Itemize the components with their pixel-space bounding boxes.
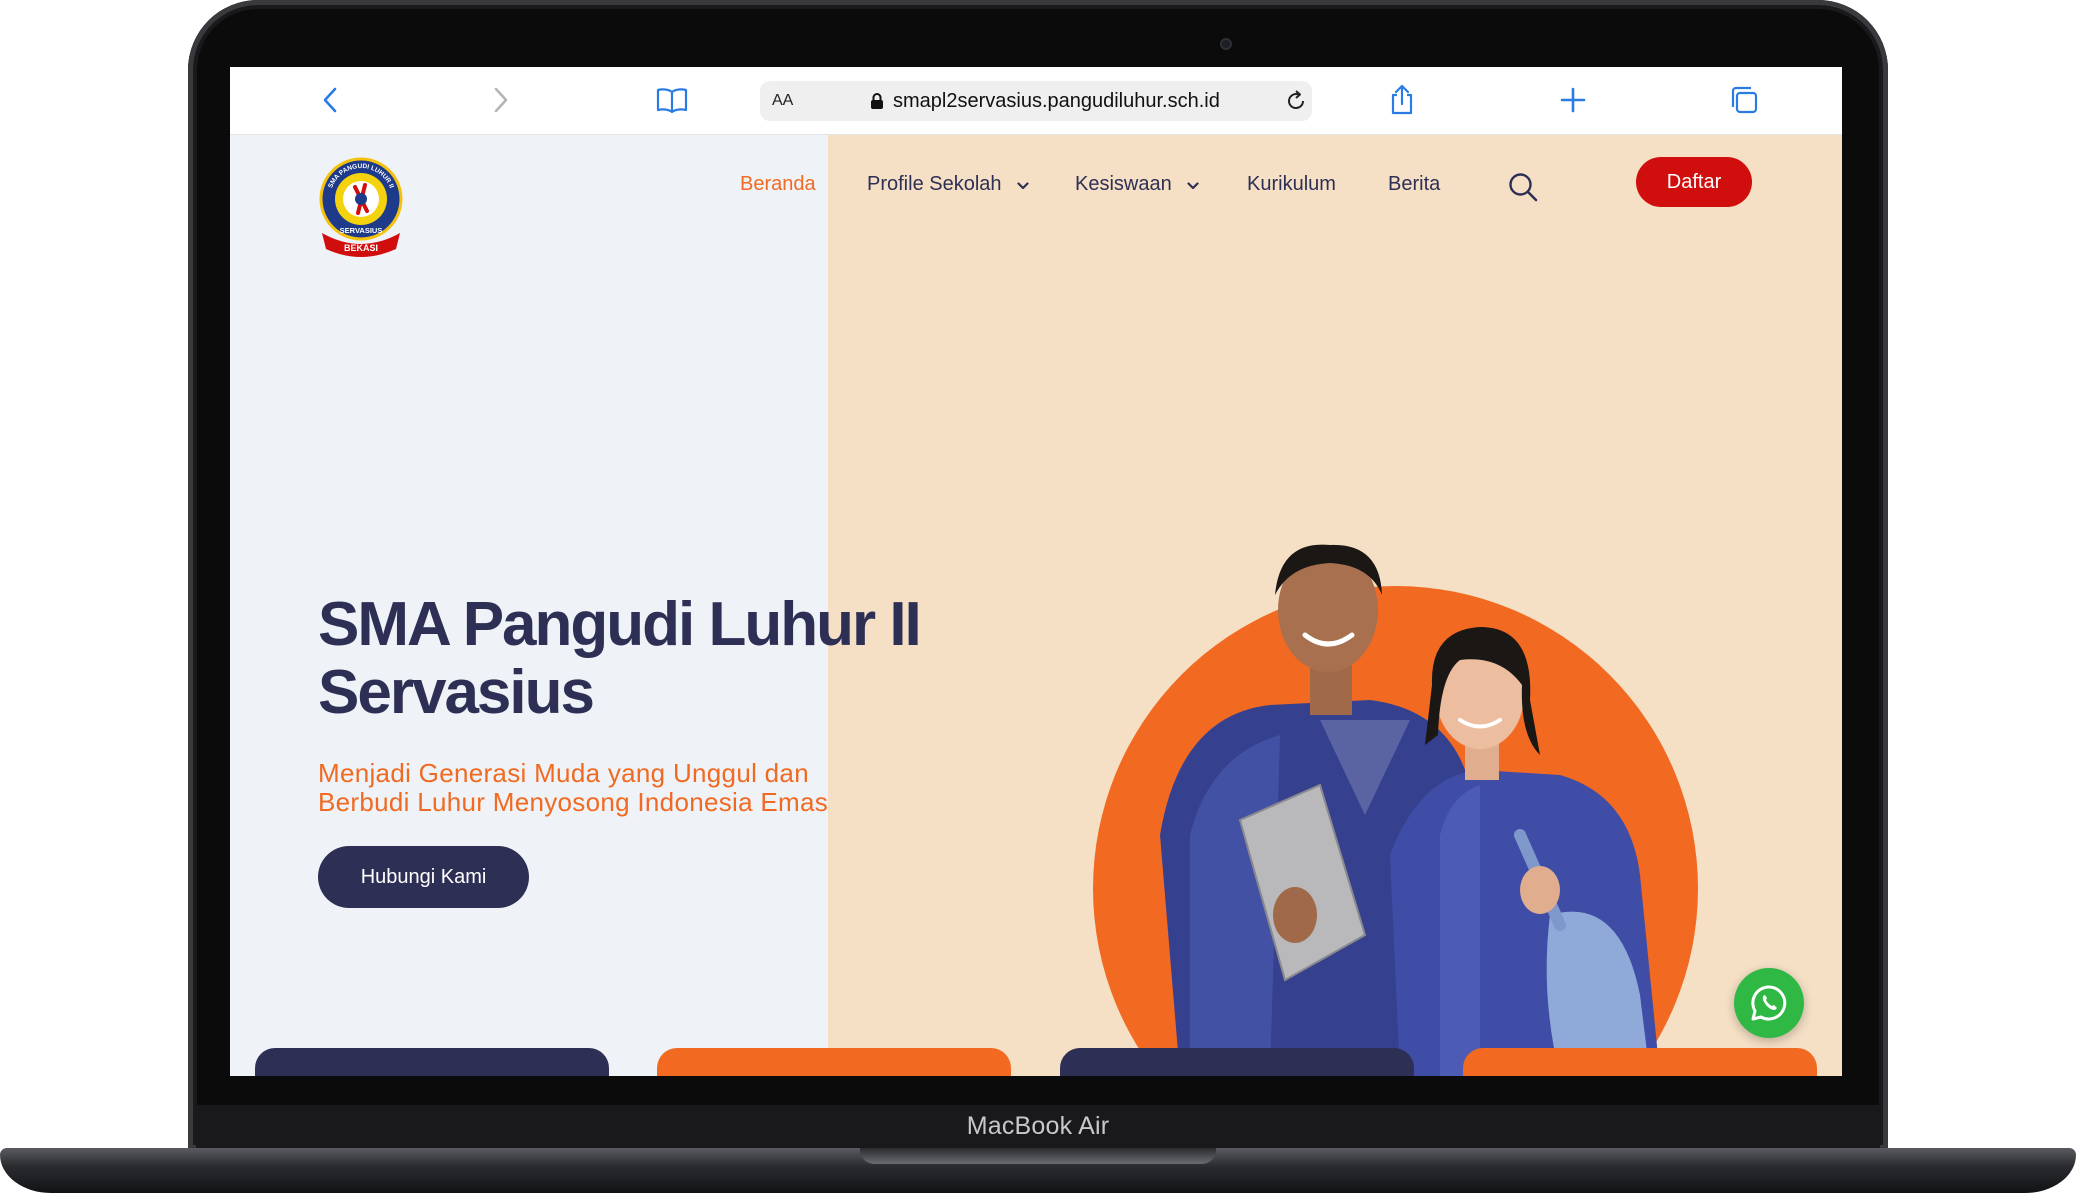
laptop-notch bbox=[860, 1148, 1216, 1164]
reload-icon[interactable] bbox=[1284, 89, 1308, 118]
url-text: smapl2servasius.pangudiluhur.sch.id bbox=[893, 90, 1220, 112]
svg-text:BEKASI: BEKASI bbox=[344, 243, 378, 253]
bookmarks-icon[interactable] bbox=[655, 83, 689, 117]
hero-subtitle-line-1: Menjadi Generasi Muda yang Unggul dan bbox=[318, 758, 809, 788]
screen: AA smapl2servasius.pangudiluhur.sch.id B… bbox=[230, 67, 1842, 1076]
hero-subtitle-line-2: Berbudi Luhur Menyosong Indonesia Emas bbox=[318, 787, 829, 817]
hero-title: SMA Pangudi Luhur II Servasius bbox=[318, 591, 1018, 727]
address-bar[interactable]: AA smapl2servasius.pangudiluhur.sch.id bbox=[760, 81, 1312, 121]
svg-text:SERVASIUS: SERVASIUS bbox=[340, 226, 383, 235]
feature-card[interactable] bbox=[657, 1048, 1011, 1076]
chevron-down-icon bbox=[1187, 173, 1199, 196]
chevron-down-icon bbox=[1017, 173, 1029, 196]
hero-subtitle: Menjadi Generasi Muda yang Unggul dan Be… bbox=[318, 759, 938, 817]
browser-toolbar: AA smapl2servasius.pangudiluhur.sch.id bbox=[230, 67, 1842, 135]
new-tab-icon[interactable] bbox=[1556, 83, 1590, 117]
nav-item-kurikulum[interactable]: Kurikulum bbox=[1247, 173, 1336, 196]
hero-title-line-1: SMA Pangudi Luhur II bbox=[318, 590, 922, 659]
hubungi-kami-button[interactable]: Hubungi Kami bbox=[318, 846, 529, 908]
whatsapp-icon[interactable] bbox=[1734, 968, 1804, 1038]
students-photo bbox=[1160, 544, 1660, 1076]
lock-icon bbox=[870, 92, 884, 115]
nav-item-profile-sekolah[interactable]: Profile Sekolah bbox=[867, 173, 1029, 196]
nav-item-label: Kesiswaan bbox=[1075, 173, 1172, 195]
daftar-button[interactable]: Daftar bbox=[1636, 157, 1752, 207]
feature-card[interactable] bbox=[1463, 1048, 1817, 1076]
feature-card[interactable] bbox=[255, 1048, 609, 1076]
share-icon[interactable] bbox=[1385, 83, 1419, 117]
tabs-icon[interactable] bbox=[1727, 83, 1761, 117]
feature-card[interactable] bbox=[1060, 1048, 1414, 1076]
nav-item-label: Profile Sekolah bbox=[867, 173, 1002, 195]
text-size-button[interactable]: AA bbox=[772, 92, 793, 110]
hero-title-line-2: Servasius bbox=[318, 658, 595, 727]
device-label: MacBook Air bbox=[966, 1112, 1110, 1140]
forward-icon[interactable] bbox=[484, 83, 518, 117]
nav-item-kesiswaan[interactable]: Kesiswaan bbox=[1075, 173, 1199, 196]
nav-item-beranda[interactable]: Beranda bbox=[740, 173, 816, 196]
search-icon[interactable] bbox=[1506, 167, 1540, 207]
camera bbox=[1220, 38, 1232, 50]
back-icon[interactable] bbox=[313, 83, 347, 117]
nav-item-berita[interactable]: Berita bbox=[1388, 173, 1440, 196]
web-page: BEKASI SMA PANGUDI LUHUR II SERVASIUS Be… bbox=[230, 135, 1842, 1076]
main-nav: Beranda Profile Sekolah Kesiswaan Kuriku… bbox=[230, 167, 1842, 207]
